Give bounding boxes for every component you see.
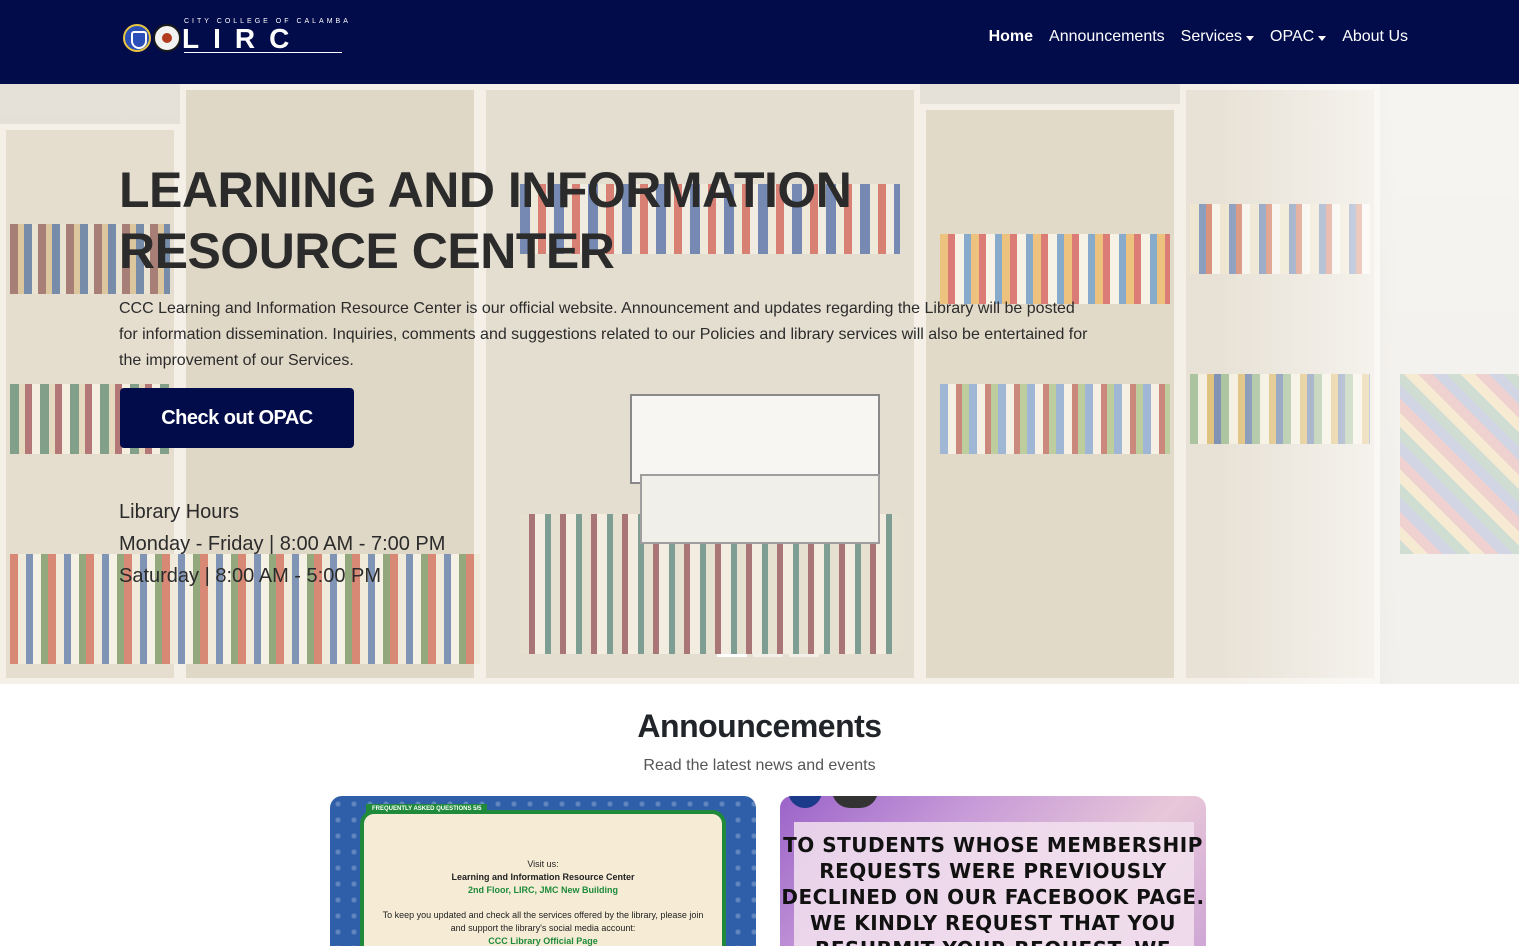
faq-poster: Visit us: Learning and Information Resou… bbox=[360, 810, 726, 946]
faq-place: Learning and Information Resource Center bbox=[451, 872, 635, 882]
nav-announcements[interactable]: Announcements bbox=[1049, 26, 1165, 48]
nav-services-label: Services bbox=[1180, 28, 1243, 45]
nav-about-us-label: About Us bbox=[1342, 28, 1408, 45]
hero-title: LEARNING AND INFORMATION RESOURCE CENTER bbox=[119, 162, 852, 279]
faq-page: CCC Library Official Page bbox=[488, 936, 598, 946]
check-out-opac-button[interactable]: Check out OPAC bbox=[120, 388, 354, 448]
caret-down-icon bbox=[1246, 35, 1255, 41]
library-hours: Library Hours Monday - Friday | 8:00 AM … bbox=[119, 496, 445, 592]
announcement-card-faq[interactable]: Visit us: Learning and Information Resou… bbox=[330, 796, 756, 946]
faq-tag: FREQUENTLY ASKED QUESTIONS 5/5 bbox=[366, 804, 488, 814]
hero-description: CCC Learning and Information Resource Ce… bbox=[119, 300, 1088, 369]
main-nav: Home Announcements Services OPAC About U… bbox=[973, 26, 1408, 48]
nav-opac-dropdown[interactable]: OPAC bbox=[1270, 26, 1327, 48]
window-light bbox=[1219, 84, 1519, 684]
nav-about-us[interactable]: About Us bbox=[1342, 26, 1408, 48]
membership-notice: TO STUDENTS WHOSE MEMBERSHIP REQUESTS WE… bbox=[781, 833, 1205, 946]
nav-opac-label: OPAC bbox=[1270, 28, 1315, 45]
library-hours-heading: Library Hours bbox=[119, 501, 240, 523]
lirc-logo-icon bbox=[832, 796, 878, 808]
nav-home-label: Home bbox=[988, 28, 1034, 45]
faq-visit: Visit us: bbox=[527, 859, 559, 869]
brand-main-text: LIRC bbox=[182, 23, 304, 54]
ccc-seal-icon bbox=[123, 24, 151, 52]
carousel-indicators bbox=[717, 654, 825, 657]
brand-logo[interactable]: CITY COLLEGE OF CALAMBA LIRC bbox=[122, 18, 348, 58]
ccc-logo-icon bbox=[788, 796, 822, 808]
carousel-indicator-1[interactable] bbox=[717, 654, 747, 657]
nav-services-dropdown[interactable]: Services bbox=[1180, 26, 1255, 48]
carousel-indicator-3[interactable] bbox=[789, 654, 819, 657]
faq-floor: 2nd Floor, LIRC, JMC New Building bbox=[468, 885, 618, 895]
caret-down-icon bbox=[1318, 35, 1327, 41]
poster-logos bbox=[788, 796, 878, 808]
nav-announcements-label: Announcements bbox=[1049, 28, 1165, 45]
announcements-subtitle: Read the latest news and events bbox=[643, 757, 876, 774]
announcements-title: Announcements bbox=[637, 708, 882, 744]
faq-body: To keep you updated and check all the se… bbox=[382, 910, 704, 933]
library-hours-saturday: Saturday | 8:00 AM - 5:00 PM bbox=[119, 565, 381, 587]
library-hours-weekday: Monday - Friday | 8:00 AM - 7:00 PM bbox=[119, 533, 446, 555]
navbar: CITY COLLEGE OF CALAMBA LIRC Home Announ… bbox=[0, 0, 1519, 84]
hero-carousel: LEARNING AND INFORMATION RESOURCE CENTER… bbox=[0, 84, 1519, 684]
nav-home[interactable]: Home bbox=[989, 26, 1033, 48]
brand-underline bbox=[184, 52, 342, 53]
announcement-card-membership[interactable]: TO STUDENTS WHOSE MEMBERSHIP REQUESTS WE… bbox=[780, 796, 1206, 946]
carousel-indicator-2[interactable] bbox=[753, 654, 783, 657]
calamba-seal-icon bbox=[153, 24, 181, 52]
